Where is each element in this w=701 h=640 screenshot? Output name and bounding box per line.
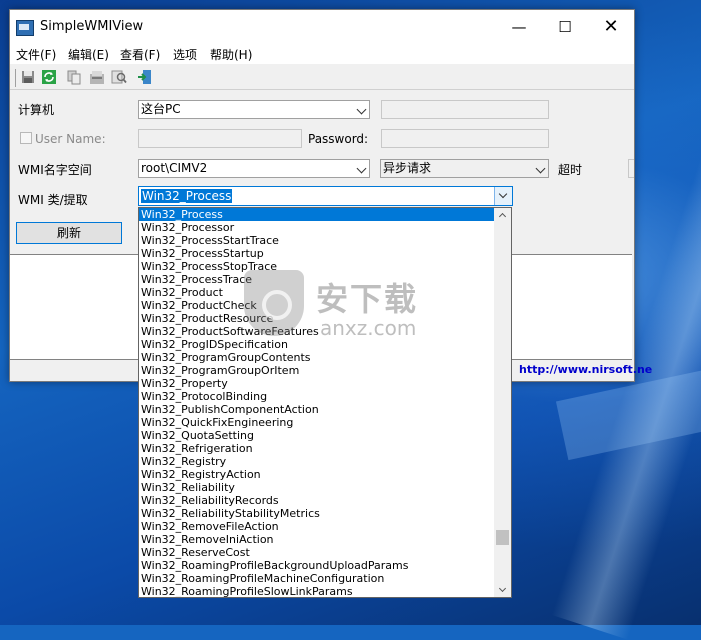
timeout-field[interactable] — [628, 159, 634, 178]
dropdown-option[interactable]: Win32_Process — [139, 208, 495, 221]
dropdown-option[interactable]: Win32_ProductResource — [139, 312, 495, 325]
scroll-up-icon[interactable] — [494, 208, 511, 222]
minimize-button[interactable]: — — [496, 10, 542, 44]
dropdown-option[interactable]: Win32_ProductCheck — [139, 299, 495, 312]
window-title: SimpleWMIView — [40, 19, 144, 34]
remote-computer-field[interactable] — [381, 100, 549, 119]
wmi-class-label: WMI 类/提取 — [18, 193, 88, 207]
dropdown-option[interactable]: Win32_RoamingProfileMachineConfiguration — [139, 572, 495, 585]
dropdown-option[interactable]: Win32_ReliabilityRecords — [139, 494, 495, 507]
dropdown-option[interactable]: Win32_Refrigeration — [139, 442, 495, 455]
dropdown-option[interactable]: Win32_ReliabilityStabilityMetrics — [139, 507, 495, 520]
dropdown-option[interactable]: Win32_Registry — [139, 455, 495, 468]
dropdown-option[interactable]: Win32_ProcessTrace — [139, 273, 495, 286]
computer-combobox[interactable]: 这台PC — [138, 100, 370, 119]
chevron-down-icon[interactable] — [535, 163, 546, 174]
computer-label: 计算机 — [18, 103, 55, 117]
dropdown-option[interactable]: Win32_PublishComponentAction — [139, 403, 495, 416]
exit-icon[interactable] — [137, 69, 153, 85]
nirsoft-link[interactable]: http://www.nirsoft.ne — [519, 363, 652, 376]
password-label: Password: — [308, 132, 369, 146]
dropdown-scrollbar[interactable] — [494, 208, 511, 597]
dropdown-option[interactable]: Win32_QuotaSetting — [139, 429, 495, 442]
request-mode-value: 异步请求 — [383, 161, 432, 175]
scroll-down-icon[interactable] — [494, 583, 511, 597]
request-mode-combobox[interactable]: 异步请求 — [380, 159, 549, 178]
computer-value: 这台PC — [141, 102, 181, 116]
toolbar-grip — [15, 69, 16, 87]
dropdown-option[interactable]: Win32_RoamingProfileSlowLinkParams — [139, 585, 495, 597]
dropdown-option[interactable]: Win32_ProgramGroupOrItem — [139, 364, 495, 377]
password-field[interactable] — [381, 129, 549, 148]
dropdown-option[interactable]: Win32_RemoveFileAction — [139, 520, 495, 533]
menu-options[interactable]: 选项 — [173, 46, 197, 63]
save-icon[interactable] — [20, 69, 36, 85]
dropdown-option[interactable]: Win32_ProcessStopTrace — [139, 260, 495, 273]
dropdown-option[interactable]: Win32_ProtocolBinding — [139, 390, 495, 403]
wmi-class-combobox[interactable]: Win32_Process — [138, 186, 513, 206]
refresh-button[interactable]: 刷新 — [16, 222, 122, 244]
maximize-button[interactable]: ☐ — [542, 10, 588, 44]
menu-bar: 文件(F) 编辑(E) 查看(F) 选项 帮助(H) — [10, 44, 634, 64]
timeout-label: 超时 — [558, 163, 583, 177]
dropdown-option[interactable]: Win32_Reliability — [139, 481, 495, 494]
dropdown-option[interactable]: Win32_RemoveIniAction — [139, 533, 495, 546]
namespace-value: root\CIMV2 — [141, 161, 208, 175]
close-button[interactable]: ✕ — [588, 10, 634, 44]
menu-view[interactable]: 查看(F) — [120, 46, 160, 63]
dropdown-option[interactable]: Win32_RoamingProfileBackgroundUploadPara… — [139, 559, 495, 572]
dropdown-list: Win32_Process Win32_Processor Win32_Proces… — [139, 208, 495, 597]
namespace-label: WMI名字空间 — [18, 163, 92, 177]
properties-icon[interactable] — [89, 69, 105, 85]
dropdown-option[interactable]: Win32_Processor — [139, 221, 495, 234]
refresh-icon[interactable] — [41, 69, 57, 85]
username-field[interactable] — [138, 129, 302, 148]
dropdown-option[interactable]: Win32_ProgramGroupContents — [139, 351, 495, 364]
menu-file[interactable]: 文件(F) — [16, 46, 56, 63]
chevron-down-icon[interactable] — [356, 163, 367, 174]
find-icon[interactable] — [111, 69, 127, 85]
wmi-class-dropdown[interactable]: Win32_Process Win32_Processor Win32_Proces… — [138, 207, 512, 598]
app-icon — [16, 20, 34, 36]
username-checkbox[interactable] — [20, 132, 32, 144]
username-label: User Name: — [35, 132, 106, 146]
scroll-thumb[interactable] — [496, 530, 509, 545]
dropdown-option[interactable]: Win32_ProductSoftwareFeatures — [139, 325, 495, 338]
menu-help[interactable]: 帮助(H) — [210, 46, 252, 63]
title-bar[interactable]: SimpleWMIView — ☐ ✕ — [10, 10, 634, 44]
dropdown-option[interactable]: Win32_Property — [139, 377, 495, 390]
dropdown-option[interactable]: Win32_ReserveCost — [139, 546, 495, 559]
chevron-down-icon[interactable] — [494, 187, 512, 205]
dropdown-option[interactable]: Win32_RegistryAction — [139, 468, 495, 481]
namespace-combobox[interactable]: root\CIMV2 — [138, 159, 370, 178]
copy-icon[interactable] — [66, 69, 82, 85]
dropdown-option[interactable]: Win32_ProcessStartup — [139, 247, 495, 260]
dropdown-option[interactable]: Win32_ProgIDSpecification — [139, 338, 495, 351]
dropdown-option[interactable]: Win32_Product — [139, 286, 495, 299]
menu-edit[interactable]: 编辑(E) — [68, 46, 109, 63]
dropdown-option[interactable]: Win32_QuickFixEngineering — [139, 416, 495, 429]
dropdown-option[interactable]: Win32_ProcessStartTrace — [139, 234, 495, 247]
wmi-class-value[interactable]: Win32_Process — [141, 189, 233, 203]
chevron-down-icon[interactable] — [356, 104, 367, 115]
toolbar — [10, 65, 634, 90]
